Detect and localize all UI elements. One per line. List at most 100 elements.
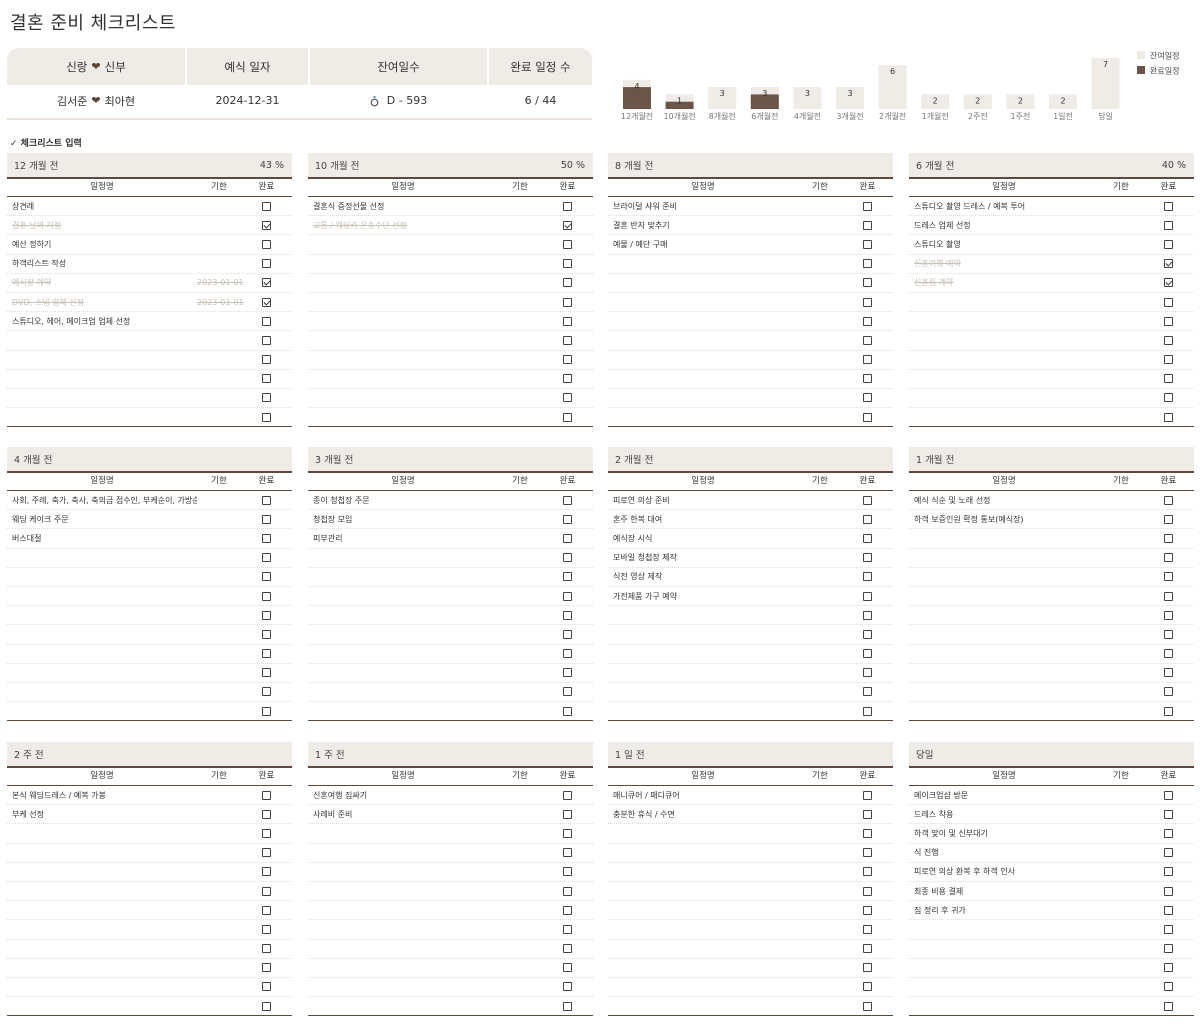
checkbox-unchecked[interactable] bbox=[262, 316, 271, 326]
checklist-row[interactable]: 버스대절 bbox=[7, 529, 292, 549]
checklist-row[interactable] bbox=[308, 702, 593, 722]
checkbox-unchecked[interactable] bbox=[863, 944, 872, 954]
checkbox-unchecked[interactable] bbox=[563, 297, 572, 307]
checklist-row[interactable]: 스튜디오, 헤어, 메이크업 업체 선정 bbox=[7, 312, 292, 332]
checkbox-unchecked[interactable] bbox=[1164, 944, 1173, 954]
checklist-row[interactable] bbox=[7, 606, 292, 626]
checklist-row[interactable] bbox=[7, 408, 292, 428]
checklist-row[interactable] bbox=[608, 824, 893, 844]
checkbox-unchecked[interactable] bbox=[863, 412, 872, 422]
checkbox-unchecked[interactable] bbox=[1164, 316, 1173, 326]
task-name[interactable]: DVD, 스냅 업체 선정 bbox=[7, 297, 197, 308]
checkbox-unchecked[interactable] bbox=[262, 201, 271, 211]
checklist-row[interactable]: 종이 청첩장 주문 bbox=[308, 491, 593, 511]
checkbox-unchecked[interactable] bbox=[863, 220, 872, 230]
checklist-row[interactable] bbox=[608, 274, 893, 293]
task-name[interactable]: 사례비 준비 bbox=[308, 809, 498, 820]
checkbox-unchecked[interactable] bbox=[262, 355, 271, 365]
task-name[interactable]: 혼주 한복 대여 bbox=[608, 514, 798, 525]
checklist-row[interactable] bbox=[909, 587, 1194, 607]
checkbox-unchecked[interactable] bbox=[863, 259, 872, 269]
checkbox-unchecked[interactable] bbox=[1164, 355, 1173, 365]
checkbox-unchecked[interactable] bbox=[563, 963, 572, 973]
checkbox-unchecked[interactable] bbox=[262, 706, 271, 716]
checkbox-unchecked[interactable] bbox=[1164, 553, 1173, 563]
checkbox-unchecked[interactable] bbox=[863, 668, 872, 678]
checklist-row[interactable] bbox=[608, 901, 893, 921]
checkbox-unchecked[interactable] bbox=[262, 828, 271, 838]
checkbox-unchecked[interactable] bbox=[1164, 610, 1173, 620]
checklist-row[interactable]: 식전 영상 제작 bbox=[608, 568, 893, 587]
checklist-row[interactable] bbox=[308, 351, 593, 370]
checkbox-unchecked[interactable] bbox=[863, 629, 872, 639]
checkbox-unchecked[interactable] bbox=[863, 239, 872, 249]
task-name[interactable]: 예물 / 예단 구매 bbox=[608, 239, 798, 250]
checkbox-unchecked[interactable] bbox=[563, 867, 572, 877]
checklist-row[interactable] bbox=[608, 997, 893, 1017]
checklist-row[interactable] bbox=[7, 997, 292, 1017]
checklist-row[interactable] bbox=[608, 844, 893, 863]
checkbox-unchecked[interactable] bbox=[1164, 982, 1173, 992]
checklist-row[interactable] bbox=[608, 255, 893, 274]
task-name[interactable]: 청첩장 모임 bbox=[308, 514, 498, 525]
checkbox-unchecked[interactable] bbox=[262, 924, 271, 934]
task-name[interactable]: 예식 식순 및 노래 선정 bbox=[909, 495, 1099, 506]
checklist-row[interactable]: 스튜디오 촬영 드레스 / 예복 투어 bbox=[909, 197, 1194, 217]
checklist-row[interactable] bbox=[308, 370, 593, 389]
checklist-row[interactable]: 사례비 준비 bbox=[308, 805, 593, 825]
checkbox-unchecked[interactable] bbox=[563, 687, 572, 697]
checkbox-unchecked[interactable] bbox=[863, 553, 872, 563]
checklist-row[interactable] bbox=[909, 568, 1194, 587]
checklist-row[interactable]: 모바일 청첩장 제작 bbox=[608, 549, 893, 568]
checkbox-unchecked[interactable] bbox=[1164, 220, 1173, 230]
task-name[interactable]: 하객리스트 작성 bbox=[7, 258, 197, 269]
checkbox-unchecked[interactable] bbox=[863, 706, 872, 716]
checkbox-unchecked[interactable] bbox=[863, 924, 872, 934]
checklist-row[interactable] bbox=[608, 959, 893, 978]
checklist-row[interactable] bbox=[308, 978, 593, 998]
checkbox-unchecked[interactable] bbox=[863, 297, 872, 307]
checkbox-unchecked[interactable] bbox=[563, 610, 572, 620]
task-name[interactable]: 결혼식 증정선물 선정 bbox=[308, 201, 498, 212]
task-name[interactable]: 스튜디오, 헤어, 메이크업 업체 선정 bbox=[7, 316, 197, 327]
checkbox-unchecked[interactable] bbox=[563, 374, 572, 384]
checkbox-unchecked[interactable] bbox=[863, 572, 872, 582]
task-name[interactable]: 브라이덜 샤워 준비 bbox=[608, 201, 798, 212]
checkbox-unchecked[interactable] bbox=[262, 944, 271, 954]
checkbox-unchecked[interactable] bbox=[563, 790, 572, 800]
checkbox-unchecked[interactable] bbox=[863, 905, 872, 915]
checkbox-unchecked[interactable] bbox=[262, 629, 271, 639]
task-name[interactable]: 신혼여행 짐싸기 bbox=[308, 790, 498, 801]
checkbox-unchecked[interactable] bbox=[563, 239, 572, 249]
checklist-row[interactable]: 피로연 의상 환복 후 하객 인사 bbox=[909, 863, 1194, 882]
task-name[interactable]: 하객 보증인원 확정 통보(예식장) bbox=[909, 514, 1099, 525]
checkbox-unchecked[interactable] bbox=[863, 591, 872, 601]
checkbox-unchecked[interactable] bbox=[1164, 886, 1173, 896]
checklist-row[interactable]: 가전제품 가구 예약 bbox=[608, 587, 893, 607]
checklist-row[interactable]: 예식장 시식 bbox=[608, 529, 893, 549]
checklist-row[interactable] bbox=[608, 331, 893, 351]
checkbox-unchecked[interactable] bbox=[262, 591, 271, 601]
checklist-row[interactable] bbox=[308, 940, 593, 959]
checklist-row[interactable] bbox=[608, 351, 893, 370]
checklist-row[interactable] bbox=[7, 568, 292, 587]
checklist-row[interactable]: 스튜디오 촬영 bbox=[909, 235, 1194, 255]
checklist-row[interactable] bbox=[608, 683, 893, 703]
checkbox-unchecked[interactable] bbox=[563, 533, 572, 543]
checkbox-unchecked[interactable] bbox=[863, 316, 872, 326]
checklist-row[interactable] bbox=[7, 389, 292, 409]
checklist-row[interactable] bbox=[308, 901, 593, 921]
checklist-row[interactable]: 상견례 bbox=[7, 197, 292, 217]
checklist-row[interactable] bbox=[7, 824, 292, 844]
checklist-row[interactable] bbox=[909, 683, 1194, 703]
checklist-row[interactable] bbox=[608, 408, 893, 428]
checkbox-unchecked[interactable] bbox=[863, 355, 872, 365]
checkbox-unchecked[interactable] bbox=[1164, 905, 1173, 915]
task-due[interactable]: 2023-01-01 bbox=[197, 298, 244, 307]
checklist-row[interactable]: 최종 비용 결제 bbox=[909, 882, 1194, 902]
checklist-row[interactable]: 하객 보증인원 확정 통보(예식장) bbox=[909, 510, 1194, 530]
checkbox-unchecked[interactable] bbox=[262, 514, 271, 524]
checkbox-unchecked[interactable] bbox=[262, 809, 271, 819]
task-name[interactable]: 모바일 청첩장 제작 bbox=[608, 552, 798, 563]
checklist-row[interactable] bbox=[608, 882, 893, 902]
